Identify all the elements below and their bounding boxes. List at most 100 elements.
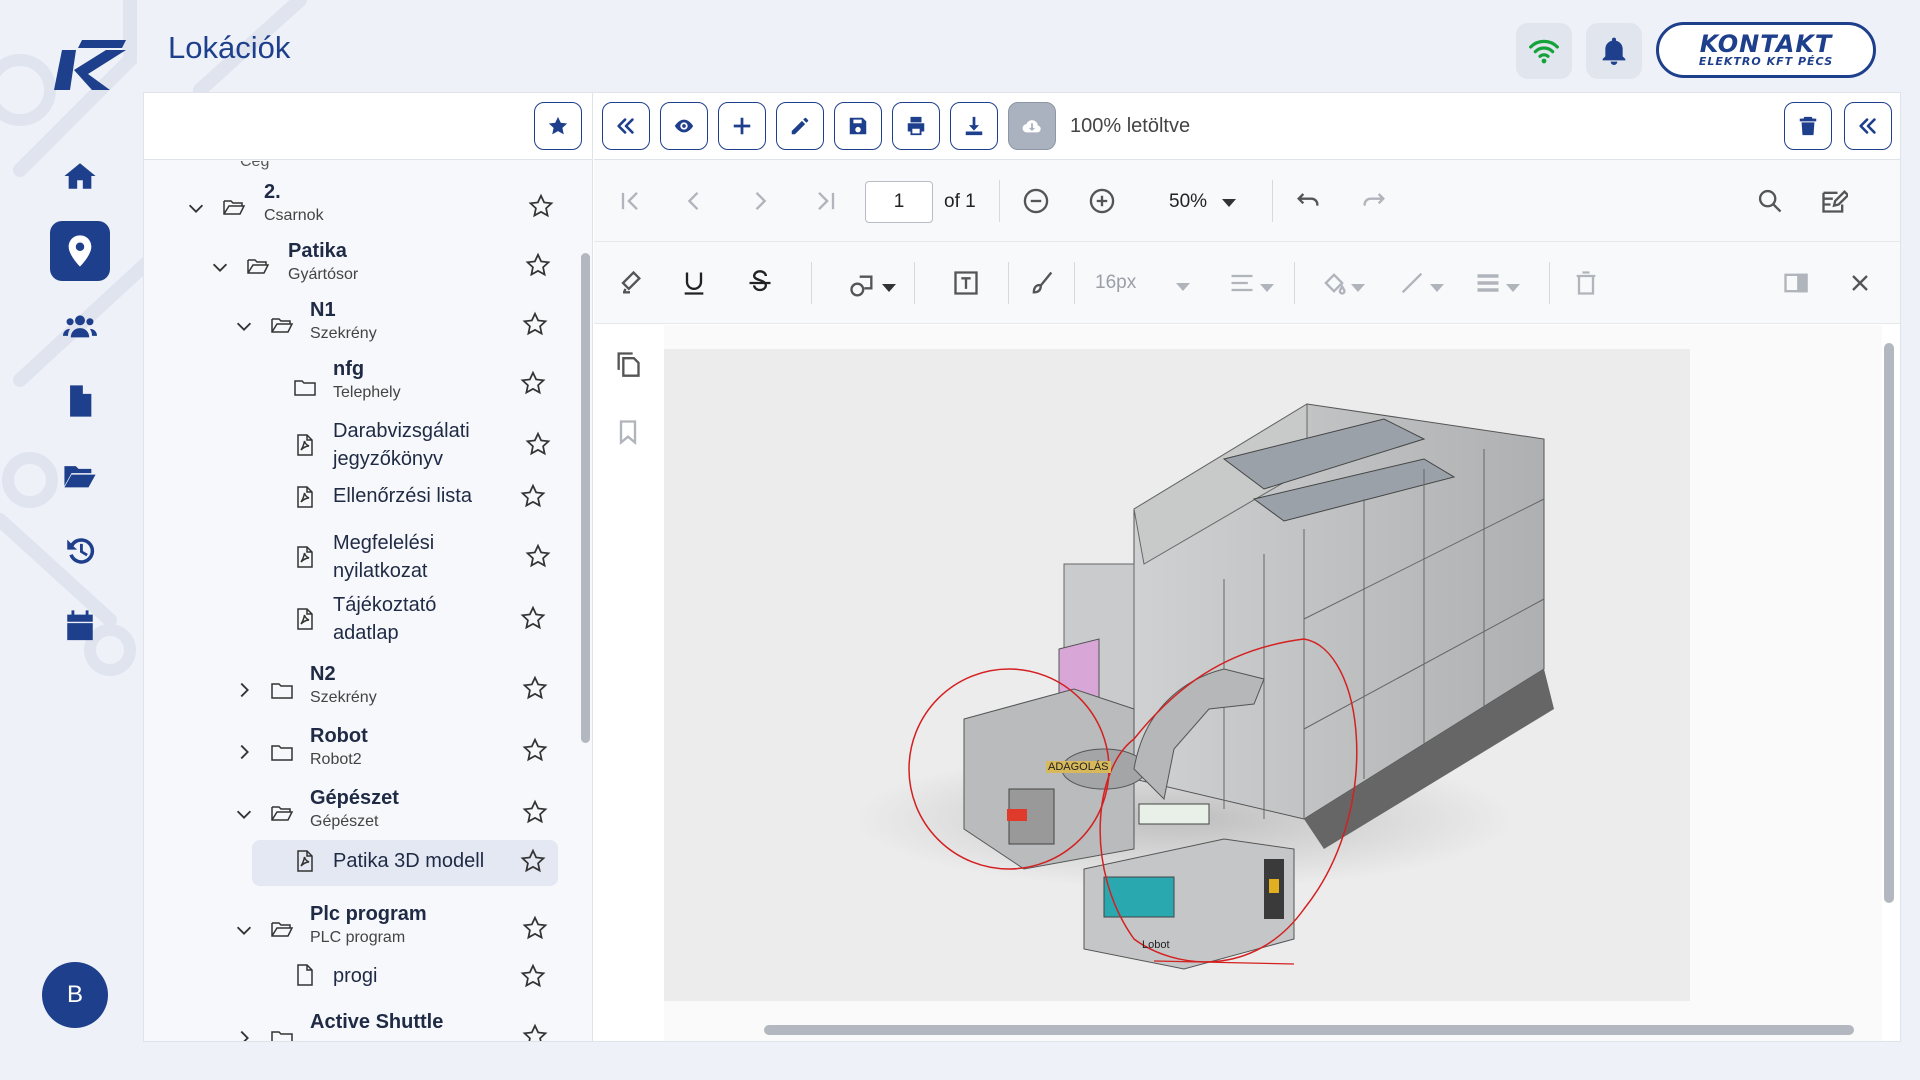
brush-icon[interactable] [1028,269,1056,297]
star-icon[interactable] [522,311,548,337]
main-panel: Cég 2. Csarnok Patika Gyártósor N1 Szekrény [143,92,1901,1042]
cloud-download-status-button[interactable] [1008,102,1056,150]
file-icon [293,963,317,987]
side-panel-icon[interactable] [1782,269,1810,297]
vertical-scrollbar[interactable] [1884,343,1894,903]
delete-annotation-icon[interactable] [1572,269,1600,297]
nav-documents[interactable] [50,371,110,431]
last-page-icon[interactable] [812,187,840,215]
star-icon[interactable] [520,605,546,631]
download-button[interactable] [950,102,998,150]
star-icon[interactable] [522,1023,548,1041]
strikethrough-icon[interactable] [746,269,774,297]
fill-color-icon[interactable] [1320,269,1348,297]
tree-item[interactable]: N2 Szekrény [144,661,584,717]
tree-item[interactable]: Active Shuttle [144,1009,584,1041]
wifi-status-button[interactable] [1516,23,1572,79]
text-box-icon[interactable] [952,269,980,297]
star-icon[interactable] [520,963,546,989]
chevron-right-icon[interactable] [233,741,255,763]
previous-page-icon[interactable] [680,187,708,215]
highlighter-icon[interactable] [616,269,644,297]
chevron-down-icon[interactable] [1176,283,1190,291]
view-button[interactable] [660,102,708,150]
page-number-input[interactable]: 1 [865,181,933,223]
nav-home[interactable] [50,146,110,206]
tree-item[interactable]: Tájékoztató adatlap [144,591,584,647]
chevron-down-icon[interactable] [1506,284,1520,292]
line-style-icon[interactable] [1474,269,1502,297]
next-page-icon[interactable] [746,187,774,215]
chevron-right-icon[interactable] [233,679,255,701]
zoom-out-icon[interactable] [1022,187,1050,215]
undo-icon[interactable] [1294,187,1322,215]
tree-item[interactable]: Megfelelési nyilatkozat [144,529,584,585]
tree-item[interactable]: Gépészet Gépészet [144,785,584,841]
tree-item[interactable]: N1 Szekrény [144,297,584,353]
notifications-button[interactable] [1586,23,1642,79]
tree-item[interactable]: 2. Csarnok [144,179,584,235]
star-icon[interactable] [522,737,548,763]
document-canvas[interactable]: ADAGOLÁS Lobot [664,325,1882,1041]
star-icon[interactable] [522,915,548,941]
line-color-icon[interactable] [1398,269,1426,297]
favorites-button[interactable] [534,102,582,150]
shapes-icon[interactable] [848,272,876,300]
redo-icon[interactable] [1360,187,1388,215]
chevron-down-icon[interactable] [233,919,255,941]
close-icon[interactable] [1846,269,1874,297]
star-icon[interactable] [528,193,554,219]
zoom-in-icon[interactable] [1088,187,1116,215]
star-icon[interactable] [525,543,551,569]
star-icon[interactable] [522,799,548,825]
star-icon[interactable] [525,431,551,457]
tree-scrollbar[interactable] [581,253,590,743]
chevron-right-icon[interactable] [233,1027,255,1041]
tree-item[interactable]: Patika Gyártósor [144,238,584,294]
star-icon[interactable] [520,848,546,874]
copy-pages-icon[interactable] [614,350,642,378]
tree-item[interactable]: Robot Robot2 [144,723,584,779]
tree-item[interactable]: Darabvizsgálati jegyzőkönyv [144,417,584,473]
chevron-down-icon[interactable] [1430,284,1444,292]
tree-item[interactable]: nfg Telephely [144,356,584,412]
chevron-down-icon[interactable] [882,284,896,292]
align-text-icon[interactable] [1228,269,1256,297]
tree-item-title: Robot [310,725,368,747]
nav-folders[interactable] [50,446,110,506]
chevron-down-icon[interactable] [233,803,255,825]
edit-button[interactable] [776,102,824,150]
first-page-icon[interactable] [616,187,644,215]
nav-locations[interactable] [50,221,110,281]
save-button[interactable] [834,102,882,150]
edit-annotations-icon[interactable] [1820,187,1850,215]
chevron-down-icon[interactable] [209,256,231,278]
collapse-tree-button[interactable] [602,102,650,150]
nav-users[interactable] [50,296,110,356]
user-avatar[interactable]: B [42,962,108,1028]
star-icon[interactable] [520,483,546,509]
nav-history[interactable] [50,521,110,581]
zoom-level-select[interactable]: 50% [1169,191,1207,213]
delete-button[interactable] [1784,102,1832,150]
underline-icon[interactable] [680,269,708,297]
chevron-down-icon[interactable] [233,315,255,337]
collapse-viewer-button[interactable] [1844,102,1892,150]
chevron-down-icon[interactable] [185,197,207,219]
tree-item[interactable]: Plc program PLC program [144,901,584,957]
star-icon[interactable] [525,252,551,278]
star-icon[interactable] [520,370,546,396]
add-button[interactable] [718,102,766,150]
bookmark-icon[interactable] [614,418,642,446]
search-icon[interactable] [1756,187,1784,215]
tree-item-selected[interactable]: Patika 3D modell [144,847,584,903]
chevron-down-icon[interactable] [1222,199,1236,207]
print-button[interactable] [892,102,940,150]
nav-calendar[interactable] [50,596,110,656]
font-size-select[interactable]: 16px [1095,272,1136,294]
chevron-down-icon[interactable] [1260,284,1274,292]
star-icon[interactable] [522,675,548,701]
page-title: Lokációk [168,30,291,65]
horizontal-scrollbar[interactable] [764,1025,1854,1035]
chevron-down-icon[interactable] [1351,284,1365,292]
